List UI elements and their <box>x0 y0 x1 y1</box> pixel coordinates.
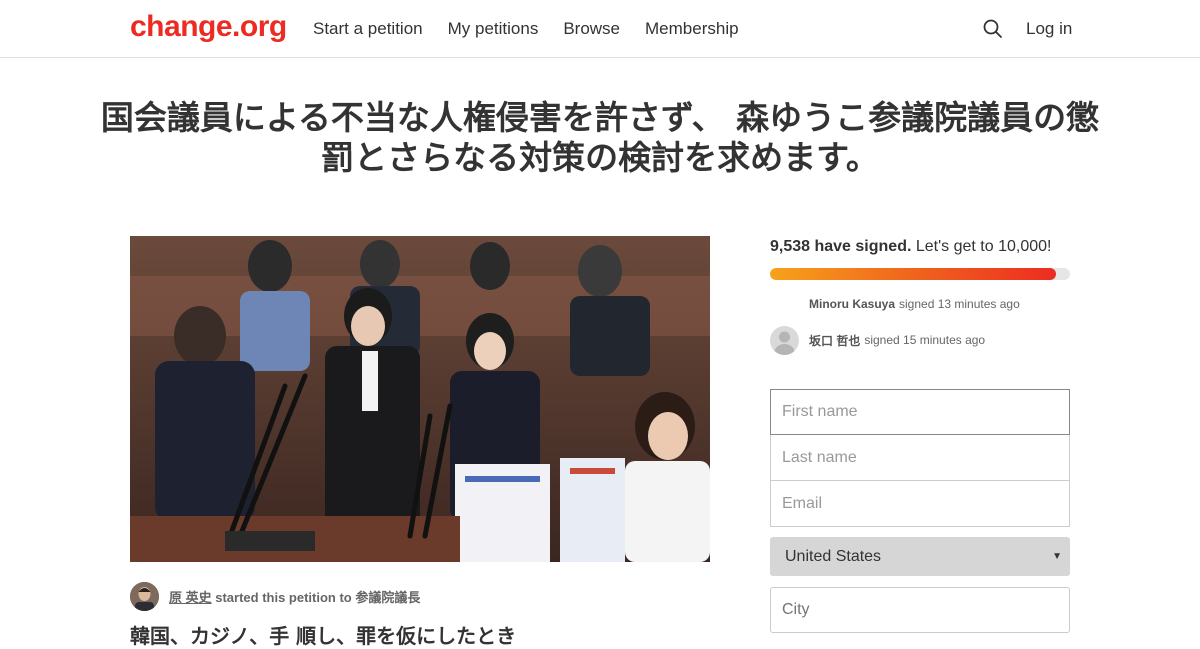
petition-title: 国会議員による不当な人権侵害を許さず、 森ゆうこ参議院議員の懲罰とさらなる対策の… <box>100 98 1100 177</box>
main-nav: Start a petition My petitions Browse Mem… <box>313 19 739 39</box>
search-icon[interactable] <box>982 18 1004 40</box>
sign-form: United States ▼ <box>770 389 1070 633</box>
city-input[interactable] <box>770 587 1070 633</box>
nav-browse[interactable]: Browse <box>563 19 620 39</box>
petition-photo <box>130 236 710 562</box>
starter-name-link[interactable]: 原 英史 <box>169 590 212 605</box>
starter-line: 原 英史 started this petition to 参議院議長 <box>169 587 420 606</box>
signature-count-number: 9,538 have signed. <box>770 238 912 255</box>
nav-membership[interactable]: Membership <box>645 19 739 39</box>
recent-signer: Minoru Kasuya signed 13 minutes ago <box>770 294 1070 314</box>
signature-progress-bar <box>770 268 1070 280</box>
nav-my-petitions[interactable]: My petitions <box>448 19 539 39</box>
country-select-value: United States <box>785 547 882 565</box>
signer-time: signed 15 minutes ago <box>864 333 986 347</box>
signer-time: signed 13 minutes ago <box>899 297 1020 311</box>
signature-panel: 9,538 have signed. Let's get to 10,000! … <box>770 236 1070 355</box>
starter-target: 参議院議長 <box>355 590 421 605</box>
change-org-logo[interactable]: change.org <box>130 10 287 44</box>
starter-avatar[interactable] <box>130 582 159 611</box>
signature-count: 9,538 have signed. Let's get to 10,000! <box>770 238 1070 256</box>
petition-starter: 原 英史 started this petition to 参議院議長 <box>130 582 420 611</box>
petition-body-start: 韓国、カジノ、手 順し、罪を仮にしたとき <box>130 624 517 648</box>
email-input[interactable] <box>770 481 1070 527</box>
signer-name: 坂口 哲也 <box>809 333 861 348</box>
dropdown-arrow-icon: ▼ <box>1052 551 1062 562</box>
country-select[interactable]: United States ▼ <box>770 537 1070 576</box>
recent-signer: 坂口 哲也 signed 15 minutes ago <box>770 325 1070 355</box>
default-avatar-icon <box>770 325 799 355</box>
signer-name: Minoru Kasuya <box>809 297 896 311</box>
nav-start-petition[interactable]: Start a petition <box>313 19 423 39</box>
login-link[interactable]: Log in <box>1026 19 1072 39</box>
signature-goal: Let's get to 10,000! <box>911 238 1052 255</box>
last-name-input[interactable] <box>770 435 1070 481</box>
first-name-input[interactable] <box>770 389 1070 435</box>
site-header: change.org Start a petition My petitions… <box>0 0 1200 58</box>
signature-progress-fill <box>770 268 1057 280</box>
starter-middle-text: started this petition to <box>211 590 356 605</box>
